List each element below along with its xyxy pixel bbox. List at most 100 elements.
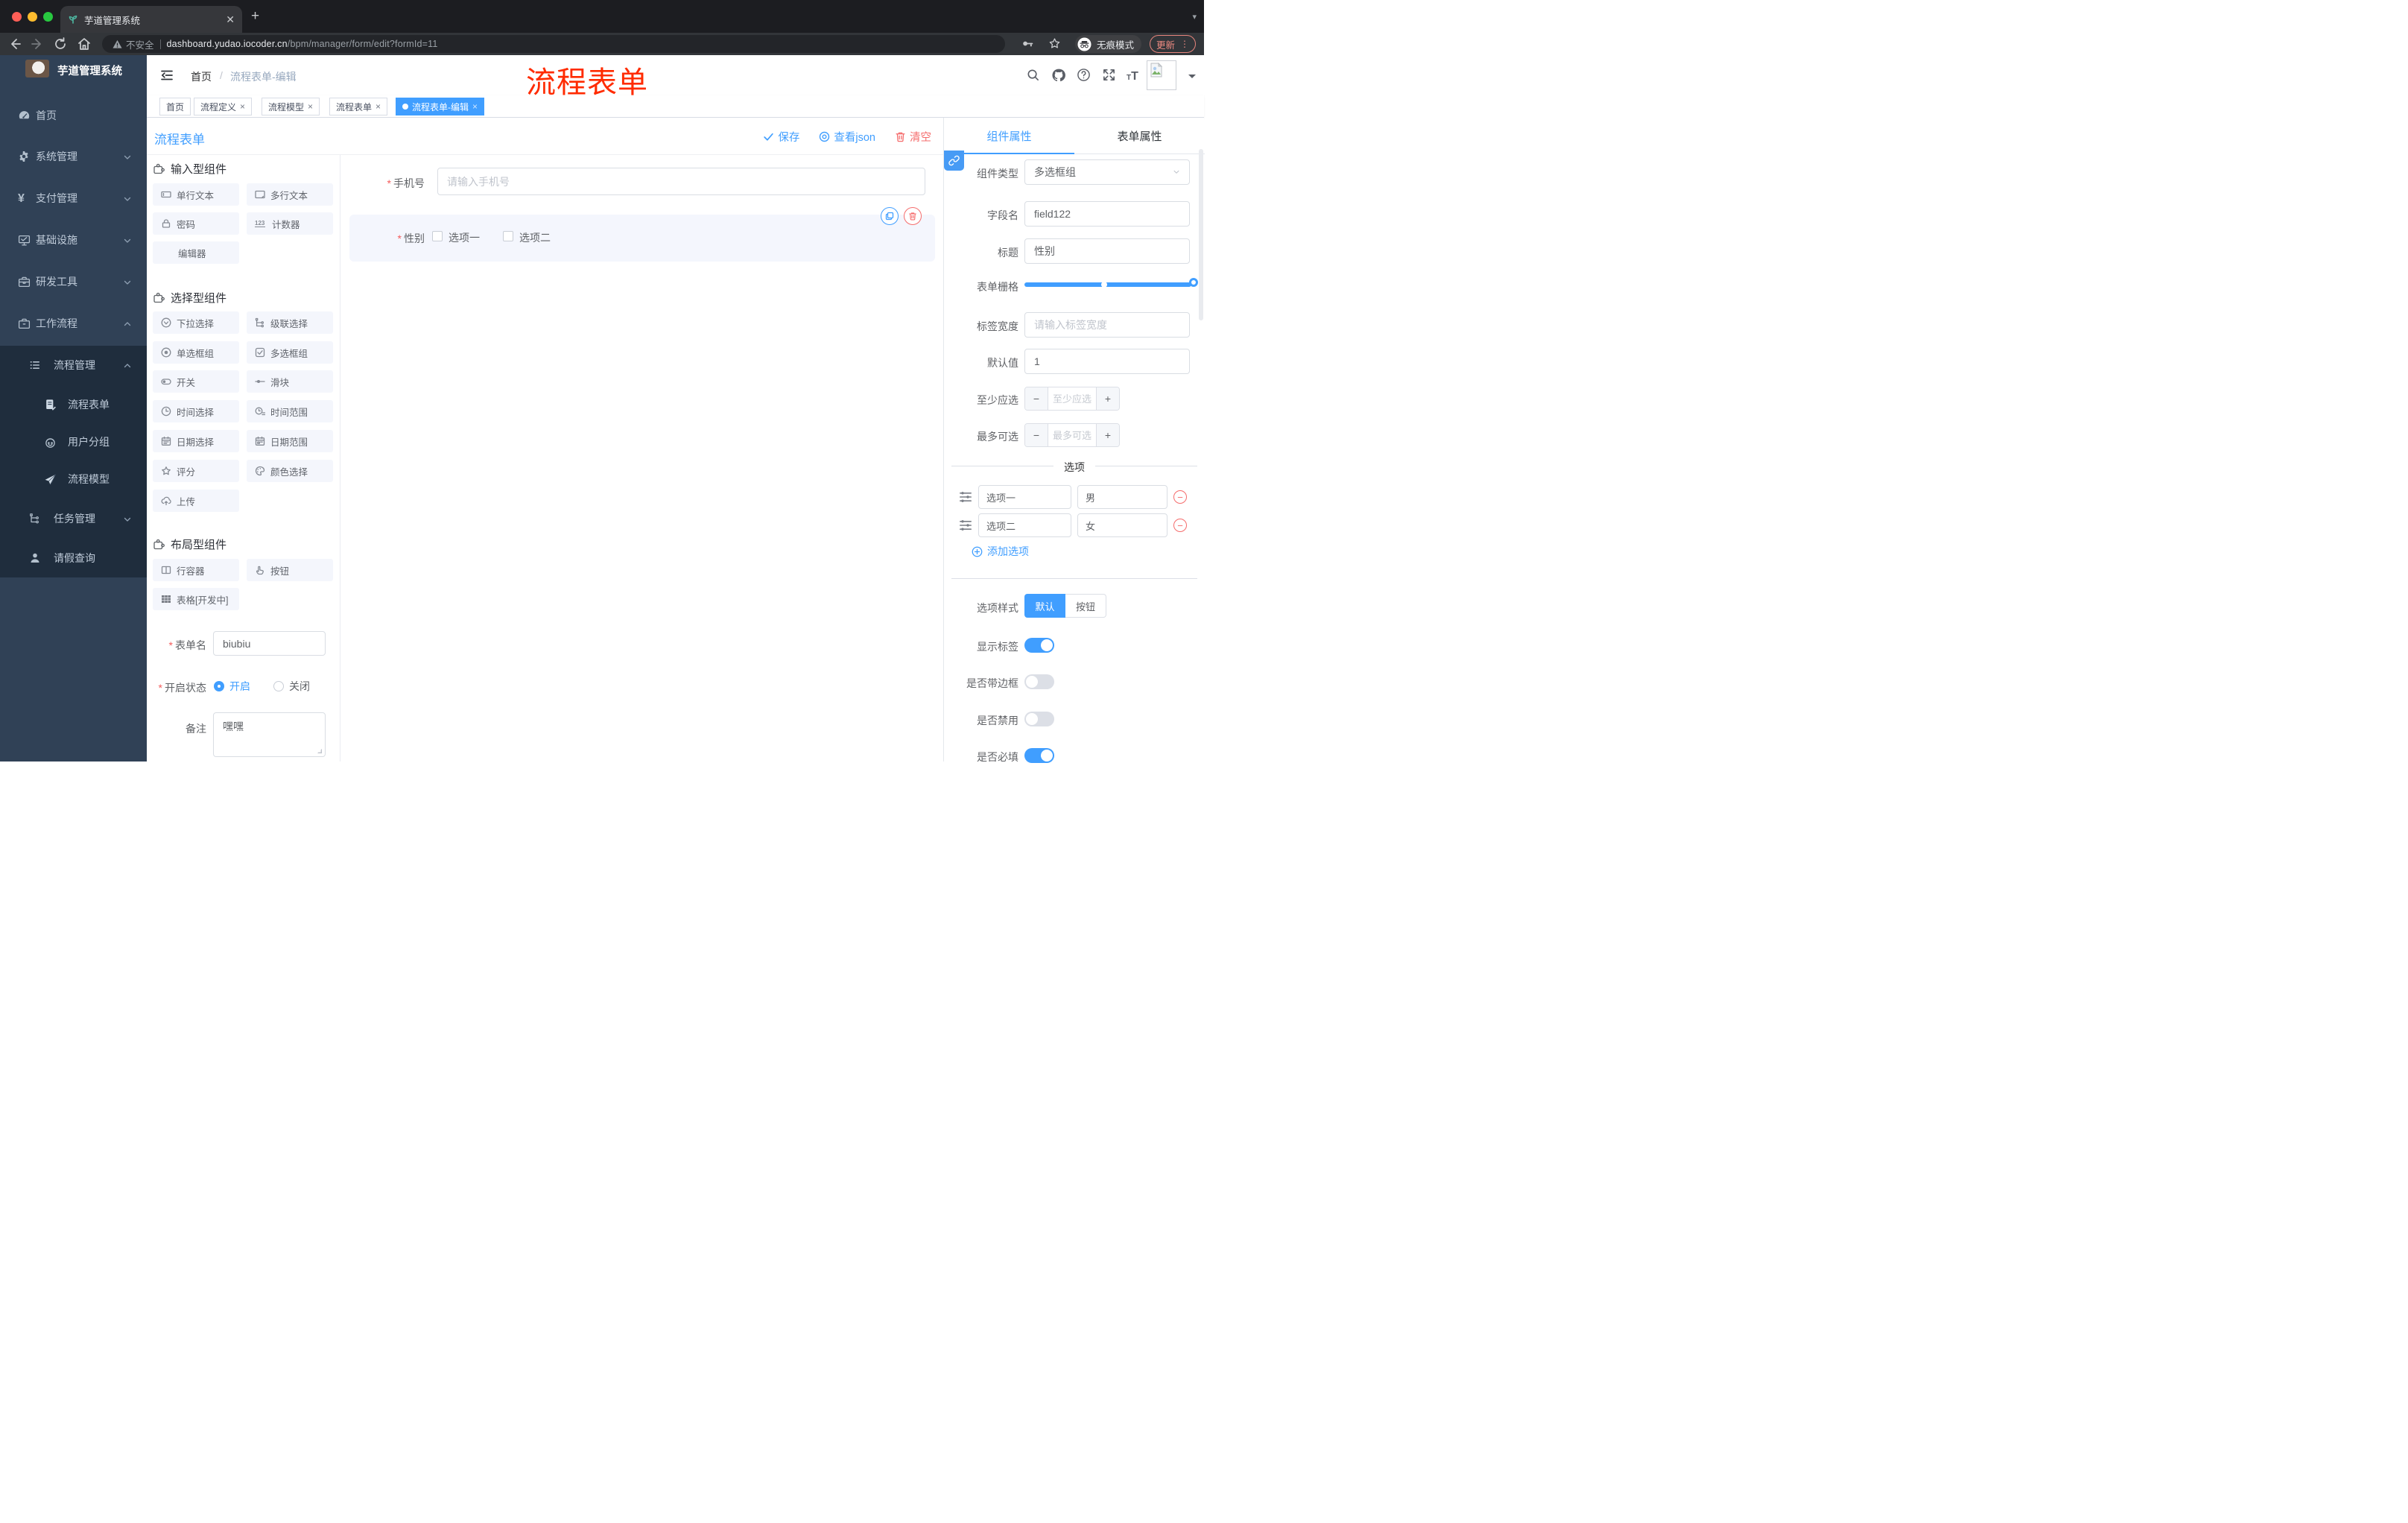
browser-tab[interactable]: 芋道管理系统 ✕ bbox=[60, 6, 242, 33]
sidebar-item-user-groups[interactable]: 用户分组 bbox=[0, 423, 147, 460]
remove-option-2-button[interactable]: − bbox=[1173, 519, 1187, 532]
clear-button[interactable]: 清空 bbox=[895, 129, 931, 145]
home-icon[interactable] bbox=[77, 37, 92, 51]
search-icon[interactable] bbox=[1026, 68, 1041, 83]
sidebar-item-leave-query[interactable]: 请假查询 bbox=[0, 539, 147, 577]
tag-process-model[interactable]: 流程模型 × bbox=[262, 98, 320, 115]
window-close-button[interactable] bbox=[12, 12, 22, 22]
browser-update-button[interactable]: 更新 ⋮ bbox=[1150, 35, 1197, 53]
app-logo-avatar[interactable] bbox=[25, 60, 49, 77]
decrease-button[interactable]: − bbox=[1025, 387, 1048, 410]
window-minimize-button[interactable] bbox=[28, 12, 37, 22]
tag-process-definition[interactable]: 流程定义 × bbox=[194, 98, 253, 115]
palette-item-date-picker[interactable]: 日期选择 bbox=[153, 430, 239, 452]
fullscreen-icon[interactable] bbox=[1102, 68, 1117, 83]
min-select-input[interactable] bbox=[1048, 387, 1097, 410]
field-name-input[interactable] bbox=[1024, 201, 1190, 227]
delete-widget-button[interactable] bbox=[904, 207, 922, 225]
avatar[interactable] bbox=[1147, 60, 1176, 90]
hamburger-icon[interactable] bbox=[159, 68, 174, 83]
sidebar-item-task-management[interactable]: 任务管理 bbox=[0, 500, 147, 537]
sidebar-item-infrastructure[interactable]: 基础设施 bbox=[0, 221, 147, 259]
palette-item-cascader[interactable]: 级联选择 bbox=[247, 311, 333, 334]
component-type-select[interactable]: 多选框组 bbox=[1024, 159, 1190, 185]
close-icon[interactable]: × bbox=[376, 101, 381, 112]
checkbox-option-2[interactable] bbox=[503, 231, 513, 241]
palette-item-time-range[interactable]: 时间范围 bbox=[247, 400, 333, 422]
window-zoom-button[interactable] bbox=[43, 12, 53, 22]
palette-item-row-container[interactable]: 行容器 bbox=[153, 559, 239, 581]
increase-button[interactable]: + bbox=[1097, 387, 1119, 410]
breadcrumb-home[interactable]: 首页 bbox=[191, 69, 212, 84]
save-button[interactable]: 保存 bbox=[763, 129, 799, 145]
style-default-button[interactable]: 默认 bbox=[1024, 594, 1065, 618]
help-icon[interactable] bbox=[1077, 68, 1091, 83]
show-label-switch[interactable] bbox=[1024, 638, 1054, 653]
palette-item-editor[interactable]: 编辑器 bbox=[153, 241, 239, 264]
sidebar-item-process-management[interactable]: 流程管理 bbox=[0, 346, 147, 384]
add-option-button[interactable]: 添加选项 bbox=[972, 544, 1029, 559]
palette-item-date-range[interactable]: 日期范围 bbox=[247, 430, 333, 452]
option-2-value-input[interactable] bbox=[1077, 513, 1167, 537]
sidebar-item-home[interactable]: 首页 bbox=[0, 97, 147, 134]
tab-search-caret-icon[interactable]: ▾ bbox=[1192, 12, 1197, 22]
palette-item-upload[interactable]: 上传 bbox=[153, 490, 239, 512]
status-radio-on[interactable]: 开启 bbox=[214, 679, 250, 694]
tag-process-form[interactable]: 流程表单 × bbox=[329, 98, 388, 115]
title-input[interactable] bbox=[1024, 238, 1190, 264]
default-value-input[interactable] bbox=[1024, 349, 1190, 374]
palette-item-table[interactable]: 表格[开发中] bbox=[153, 588, 239, 610]
github-icon[interactable] bbox=[1051, 68, 1066, 83]
font-size-icon[interactable]: TT bbox=[1127, 70, 1141, 85]
palette-item-color-picker[interactable]: 颜色选择 bbox=[247, 460, 333, 482]
palette-item-password[interactable]: 密码 bbox=[153, 212, 239, 235]
palette-item-counter[interactable]: 123 计数器 bbox=[247, 212, 333, 235]
tab-form-props[interactable]: 表单属性 bbox=[1074, 118, 1205, 154]
grid-slider[interactable] bbox=[1024, 278, 1198, 288]
palette-item-single-text[interactable]: 单行文本 bbox=[153, 183, 239, 206]
tag-home[interactable]: 首页 bbox=[159, 98, 191, 115]
palette-item-switch[interactable]: 开关 bbox=[153, 370, 239, 393]
max-select-input[interactable] bbox=[1048, 424, 1097, 446]
border-switch[interactable] bbox=[1024, 674, 1054, 689]
palette-item-select[interactable]: 下拉选择 bbox=[153, 311, 239, 334]
resize-handle[interactable] bbox=[317, 748, 323, 754]
reload-icon[interactable] bbox=[53, 37, 68, 51]
inspector-scrollbar[interactable] bbox=[1199, 149, 1203, 320]
required-switch[interactable] bbox=[1024, 748, 1054, 763]
increase-button[interactable]: + bbox=[1097, 424, 1119, 446]
palette-item-checkbox-group[interactable]: 多选框组 bbox=[247, 341, 333, 364]
close-icon[interactable]: × bbox=[472, 101, 478, 112]
sidebar-item-system[interactable]: 系统管理 bbox=[0, 138, 147, 175]
phone-input[interactable] bbox=[437, 168, 925, 195]
drag-handle-icon[interactable] bbox=[959, 519, 972, 536]
sidebar-item-process-model[interactable]: 流程模型 bbox=[0, 460, 147, 498]
slider-handle[interactable] bbox=[1189, 278, 1198, 287]
security-warning[interactable]: 不安全 bbox=[113, 37, 154, 51]
remove-option-1-button[interactable]: − bbox=[1173, 490, 1187, 504]
form-name-input[interactable] bbox=[213, 631, 326, 656]
avatar-caret-icon[interactable] bbox=[1188, 75, 1196, 82]
sidebar-item-process-form[interactable]: 流程表单 bbox=[0, 386, 147, 423]
checkbox-option-1[interactable] bbox=[432, 231, 443, 241]
style-button-button[interactable]: 按钮 bbox=[1065, 594, 1106, 618]
decrease-button[interactable]: − bbox=[1025, 424, 1048, 446]
palette-item-radio-group[interactable]: 单选框组 bbox=[153, 341, 239, 364]
palette-item-slider[interactable]: 滑块 bbox=[247, 370, 333, 393]
tab-component-props[interactable]: 组件属性 bbox=[944, 118, 1074, 154]
form-canvas[interactable]: *手机号 *性别 选项一 选项二 bbox=[340, 155, 943, 762]
selected-widget-gender[interactable]: * 性别 选项一 选项二 bbox=[349, 215, 935, 262]
drag-handle-icon[interactable] bbox=[959, 490, 972, 507]
sidebar-item-payment[interactable]: ¥ 支付管理 bbox=[0, 180, 147, 217]
password-key-icon[interactable] bbox=[1021, 37, 1036, 52]
status-radio-off[interactable]: 关闭 bbox=[273, 679, 310, 694]
kebab-menu-icon[interactable]: ⋮ bbox=[1180, 39, 1189, 49]
sidebar-item-devtools[interactable]: 研发工具 bbox=[0, 263, 147, 300]
copy-widget-button[interactable] bbox=[881, 207, 899, 225]
option-1-label-input[interactable] bbox=[978, 485, 1071, 509]
link-tab-button[interactable] bbox=[944, 151, 964, 171]
disabled-switch[interactable] bbox=[1024, 712, 1054, 726]
label-width-input[interactable] bbox=[1024, 312, 1190, 338]
view-json-button[interactable]: 查看json bbox=[819, 129, 875, 145]
bookmark-star-icon[interactable] bbox=[1048, 37, 1063, 52]
